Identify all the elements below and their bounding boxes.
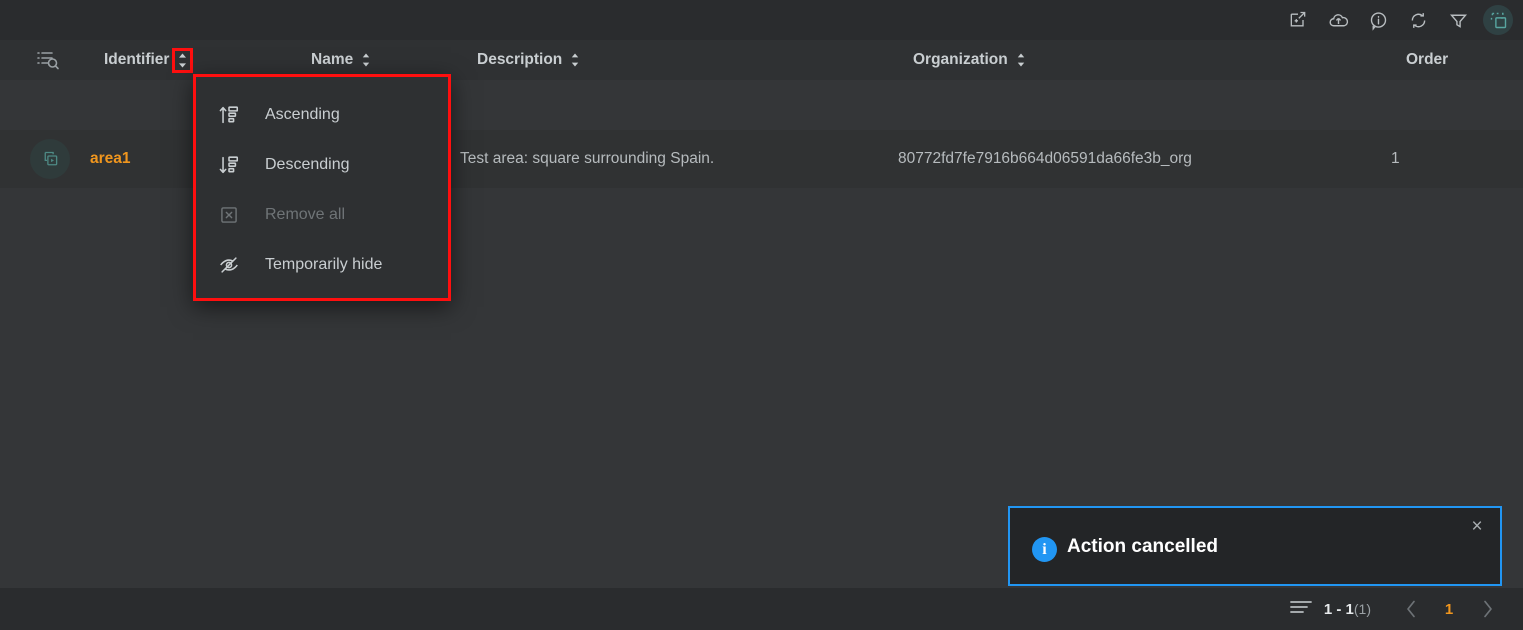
menu-item-temporarily-hide-label: Temporarily hide [265, 256, 383, 273]
column-header-description-label: Description [477, 51, 563, 68]
column-header-organization[interactable]: Organization [913, 40, 1027, 80]
menu-item-ascending[interactable]: Ascending [196, 90, 448, 140]
column-header-description[interactable]: Description [477, 40, 581, 80]
select-duplicate-icon[interactable] [1483, 5, 1513, 35]
column-header-organization-label: Organization [913, 51, 1008, 68]
pagination-page-1[interactable]: 1 [1431, 601, 1467, 618]
sort-toggle-description[interactable] [569, 52, 581, 68]
filter-icon[interactable] [1443, 5, 1473, 35]
top-toolbar [0, 0, 1523, 40]
close-icon[interactable]: × [1464, 514, 1490, 540]
column-header-name-label: Name [311, 51, 354, 68]
cell-description: Test area: square surrounding Spain. [460, 150, 715, 167]
area-copy-icon[interactable] [30, 139, 70, 179]
sort-toggle-name[interactable] [360, 52, 372, 68]
column-header-order[interactable]: Order [1406, 40, 1448, 80]
column-header-identifier[interactable]: Identifier [104, 40, 194, 80]
column-header-identifier-label: Identifier [104, 51, 170, 68]
sort-toggle-identifier[interactable] [172, 47, 194, 73]
info-icon[interactable] [1363, 5, 1393, 35]
pagination-prev-button[interactable] [1391, 595, 1431, 623]
column-header-order-label: Order [1406, 51, 1449, 68]
cloud-upload-icon[interactable] [1323, 5, 1353, 35]
menu-item-temporarily-hide[interactable]: Temporarily hide [196, 240, 448, 290]
cell-identifier[interactable]: area1 [90, 130, 131, 188]
info-circle-icon: i [1032, 537, 1057, 562]
toast-notification: i Action cancelled × [1008, 506, 1502, 586]
eye-off-icon [217, 253, 241, 277]
pagination-total: (1) [1353, 600, 1371, 617]
menu-item-remove-all: Remove all [196, 190, 448, 240]
cell-order: 1 [1391, 150, 1400, 167]
pagination-range: 1 - 1(1) [1324, 601, 1371, 618]
menu-item-descending[interactable]: Descending [196, 140, 448, 190]
menu-item-ascending-label: Ascending [265, 106, 340, 123]
export-icon[interactable] [1283, 5, 1313, 35]
app-root: Identifier Name Description Organization… [0, 0, 1523, 630]
sort-ascending-icon [217, 103, 241, 127]
toast-message: Action cancelled [1067, 536, 1218, 557]
sort-toggle-organization[interactable] [1015, 52, 1027, 68]
list-lines-icon[interactable] [1289, 600, 1312, 619]
menu-item-descending-label: Descending [265, 156, 350, 173]
refresh-icon[interactable] [1403, 5, 1433, 35]
sort-descending-icon [217, 153, 241, 177]
menu-item-remove-all-label: Remove all [265, 206, 346, 223]
pagination-range-text: 1 - 1 [1323, 600, 1354, 618]
cell-organization: 80772fd7fe7916b664d06591da66fe3b_org [898, 150, 1192, 167]
column-context-menu: Ascending Descending Remove all Temporar… [193, 74, 451, 301]
remove-box-icon [217, 203, 241, 227]
pagination-next-button[interactable] [1467, 595, 1507, 623]
search-list-icon[interactable] [36, 50, 62, 70]
pagination-footer: 1 - 1(1) 1 [0, 588, 1523, 630]
